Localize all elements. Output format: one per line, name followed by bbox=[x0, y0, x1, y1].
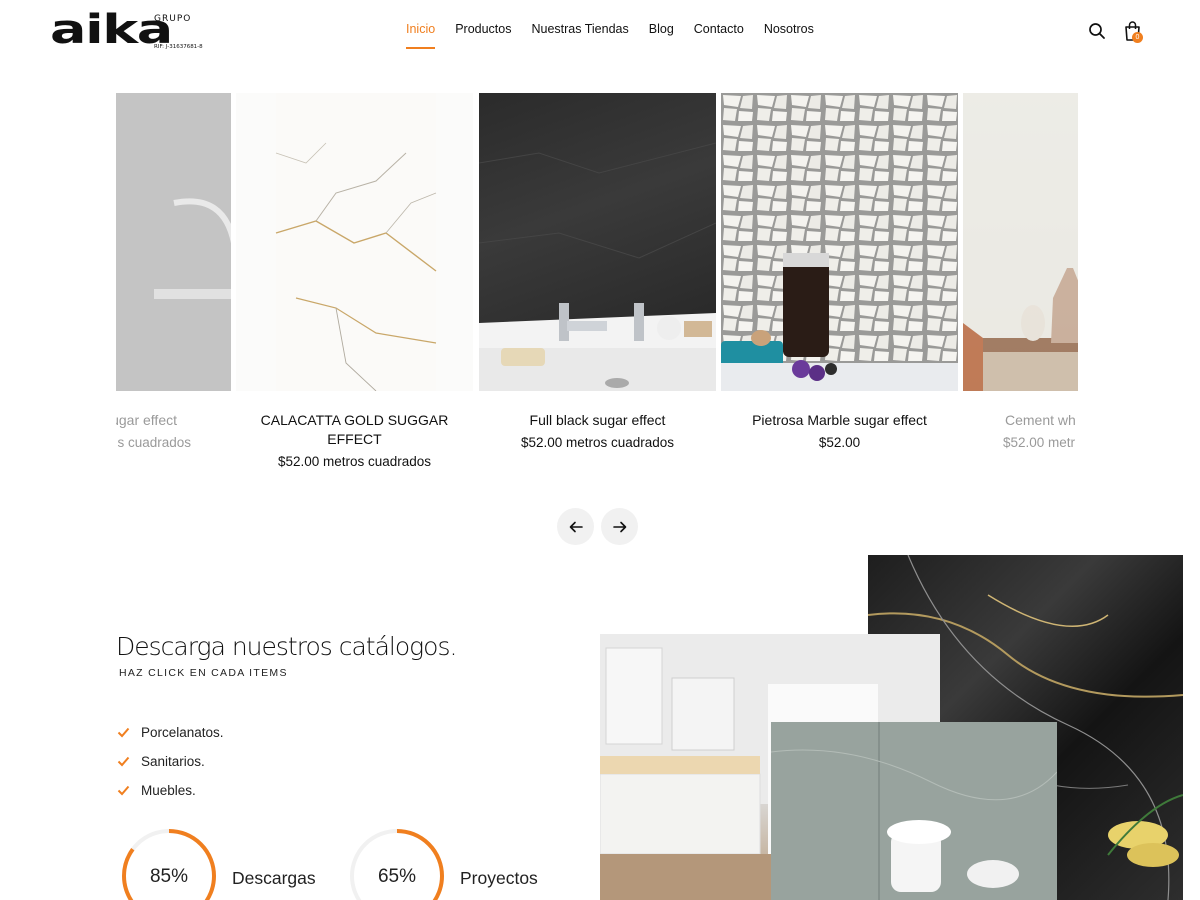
stat-percent: 85% bbox=[149, 866, 189, 887]
catalog-subtitle: HAZ CLICK EN CADA ITEMS bbox=[119, 667, 288, 679]
stat-percent: 65% bbox=[377, 866, 417, 887]
logo-tag: GRUPO bbox=[154, 14, 192, 24]
carousel-prev-button[interactable] bbox=[557, 508, 594, 545]
product-price: $52.00 metros cuadrados bbox=[277, 454, 432, 469]
nav-item-blog[interactable]: Blog bbox=[649, 20, 674, 38]
product-name[interactable]: Pietrosa Marble sugar effect bbox=[721, 411, 958, 430]
nav-item-productos[interactable]: Productos bbox=[455, 20, 511, 38]
carousel-next-button[interactable] bbox=[601, 508, 638, 545]
product-name[interactable]: Cement wh bbox=[963, 411, 1078, 430]
search-icon[interactable] bbox=[1088, 22, 1106, 40]
catalog-item-label[interactable]: Muebles. bbox=[141, 783, 196, 798]
arrow-left-icon bbox=[569, 521, 583, 532]
product-image[interactable] bbox=[963, 93, 1078, 391]
catalog-list: Porcelanatos. Sanitarios. Muebles. bbox=[117, 718, 224, 805]
header-actions: 0 bbox=[1088, 20, 1144, 44]
stat-label: Proyectos bbox=[460, 868, 538, 888]
product-image[interactable] bbox=[236, 93, 473, 391]
catalog-item-label[interactable]: Sanitarios. bbox=[141, 754, 205, 769]
product-image[interactable] bbox=[721, 93, 958, 391]
check-icon bbox=[117, 756, 130, 767]
product-card[interactable]: ugar effect s cuadrados bbox=[116, 93, 231, 450]
check-icon bbox=[117, 785, 130, 796]
catalog-item[interactable]: Muebles. bbox=[117, 776, 224, 805]
catalog-item[interactable]: Sanitarios. bbox=[117, 747, 224, 776]
product-name[interactable]: Full black sugar effect bbox=[479, 411, 716, 430]
product-carousel[interactable]: ugar effect s cuadrados CALACATTA GOLD S… bbox=[116, 93, 1078, 483]
arrow-right-icon bbox=[612, 521, 626, 532]
logo-rif: RIF: J-31637681-8 bbox=[154, 44, 203, 50]
nav-item-contacto[interactable]: Contacto bbox=[694, 20, 744, 38]
main-nav: Inicio Productos Nuestras Tiendas Blog C… bbox=[406, 20, 814, 49]
product-price: $52.00 metros cuadrados bbox=[520, 435, 675, 450]
progress-ring bbox=[122, 829, 216, 900]
stat-label: Descargas bbox=[232, 868, 316, 888]
check-icon bbox=[117, 727, 130, 738]
catalog-item-label[interactable]: Porcelanatos. bbox=[141, 725, 224, 740]
product-name[interactable]: ugar effect bbox=[116, 411, 231, 430]
progress-ring bbox=[350, 829, 444, 900]
collage-toilet-image bbox=[771, 722, 1057, 900]
nav-item-nuestras-tiendas[interactable]: Nuestras Tiendas bbox=[531, 20, 628, 38]
nav-item-inicio[interactable]: Inicio bbox=[406, 20, 436, 49]
nav-item-nosotros[interactable]: Nosotros bbox=[764, 20, 814, 38]
product-card[interactable]: Pietrosa Marble sugar effect $52.00 bbox=[721, 93, 958, 450]
product-card[interactable]: Cement wh $52.00 metr bbox=[963, 93, 1078, 450]
product-price: s cuadrados bbox=[117, 435, 191, 450]
product-price: $52.00 metr bbox=[1003, 435, 1076, 450]
catalog-item[interactable]: Porcelanatos. bbox=[117, 718, 224, 747]
product-name[interactable]: CALACATTA GOLD SUGGAR EFFECT bbox=[236, 411, 473, 449]
product-card[interactable]: Full black sugar effect $52.00 metros cu… bbox=[479, 93, 716, 450]
product-image[interactable] bbox=[479, 93, 716, 391]
cart-count-badge: 0 bbox=[1132, 32, 1143, 43]
catalog-title: Descarga nuestros catálogos. bbox=[116, 632, 457, 661]
brand-logo[interactable]: aika GRUPO RIF: J-31637681-8 bbox=[50, 6, 203, 54]
product-card[interactable]: CALACATTA GOLD SUGGAR EFFECT $52.00 metr… bbox=[236, 93, 473, 469]
product-price: $52.00 bbox=[818, 435, 861, 450]
product-image[interactable] bbox=[116, 93, 231, 391]
